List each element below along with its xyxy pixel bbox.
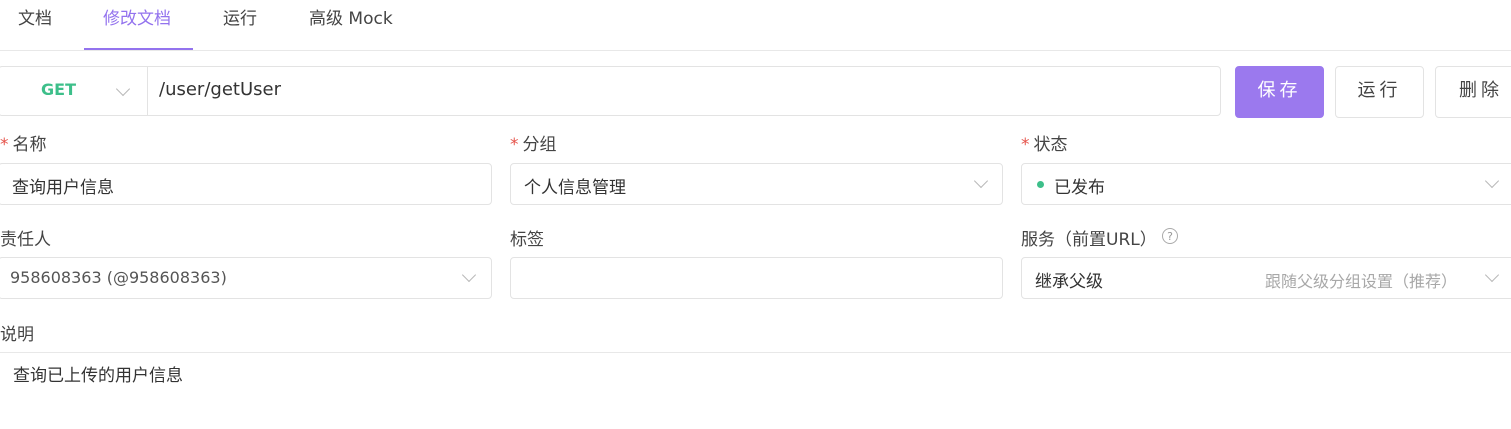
description-value: 查询已上传的用户信息 <box>13 366 183 386</box>
service-select[interactable]: 继承父级 跟随父级分组设置（推荐） <box>1021 257 1511 299</box>
path-input[interactable] <box>159 79 1199 100</box>
chevron-down-icon <box>1484 267 1500 283</box>
owner-select[interactable]: 958608363 (@958608363) <box>0 257 492 299</box>
tab-label: 运行 <box>223 9 257 29</box>
group-label-text: 分组 <box>522 135 557 155</box>
run-button[interactable]: 运行 <box>1335 66 1424 118</box>
tab-run[interactable]: 运行 <box>223 0 257 50</box>
name-label: * 名称 <box>0 130 47 155</box>
save-button[interactable]: 保存 <box>1235 66 1324 118</box>
chevron-down-icon <box>115 81 131 97</box>
tab-advanced-mock[interactable]: 高级 Mock <box>309 0 393 50</box>
status-label: * 状态 <box>1021 130 1068 155</box>
description-editor[interactable]: 查询已上传的用户信息 <box>0 353 1511 429</box>
tags-input[interactable] <box>510 257 1003 299</box>
group-label: * 分组 <box>510 130 557 155</box>
request-bar: GET <box>0 66 1221 116</box>
chevron-down-icon <box>461 267 477 283</box>
chevron-down-icon <box>1484 173 1500 189</box>
required-mark: * <box>0 135 9 155</box>
tab-bar: 文档 修改文档 运行 高级 Mock <box>0 0 1511 51</box>
name-input[interactable]: 查询用户信息 <box>0 163 492 205</box>
status-label-text: 状态 <box>1033 135 1068 155</box>
status-value: 已发布 <box>1054 178 1105 198</box>
method-label: GET <box>41 80 76 99</box>
status-dot <box>1037 181 1044 188</box>
tab-docs[interactable]: 文档 <box>18 0 52 50</box>
group-select[interactable]: 个人信息管理 <box>510 163 1003 205</box>
service-value: 继承父级 <box>1035 272 1103 292</box>
chevron-down-icon <box>973 173 989 189</box>
active-tab-indicator <box>84 48 193 50</box>
service-label: 服务（前置URL） <box>1021 230 1157 250</box>
owner-label: 责任人 <box>0 230 51 250</box>
tab-label: 文档 <box>18 9 52 29</box>
name-value: 查询用户信息 <box>12 178 114 198</box>
status-select[interactable]: 已发布 <box>1021 163 1511 205</box>
name-label-text: 名称 <box>12 135 47 155</box>
tab-edit-docs[interactable]: 修改文档 <box>103 0 171 50</box>
group-value: 个人信息管理 <box>524 178 626 198</box>
owner-value: 958608363 (@958608363) <box>10 268 227 287</box>
question-circle-icon[interactable]: ? <box>1162 228 1178 244</box>
method-select[interactable]: GET <box>0 67 148 115</box>
description-label: 说明 <box>0 325 34 345</box>
required-mark: * <box>1021 135 1030 155</box>
tab-label: 高级 Mock <box>309 9 393 29</box>
required-mark: * <box>510 135 519 155</box>
tags-label: 标签 <box>510 230 544 250</box>
service-hint: 跟随父级分组设置（推荐） <box>1265 272 1458 291</box>
delete-button[interactable]: 删除 <box>1435 66 1511 118</box>
tab-label: 修改文档 <box>103 9 171 29</box>
